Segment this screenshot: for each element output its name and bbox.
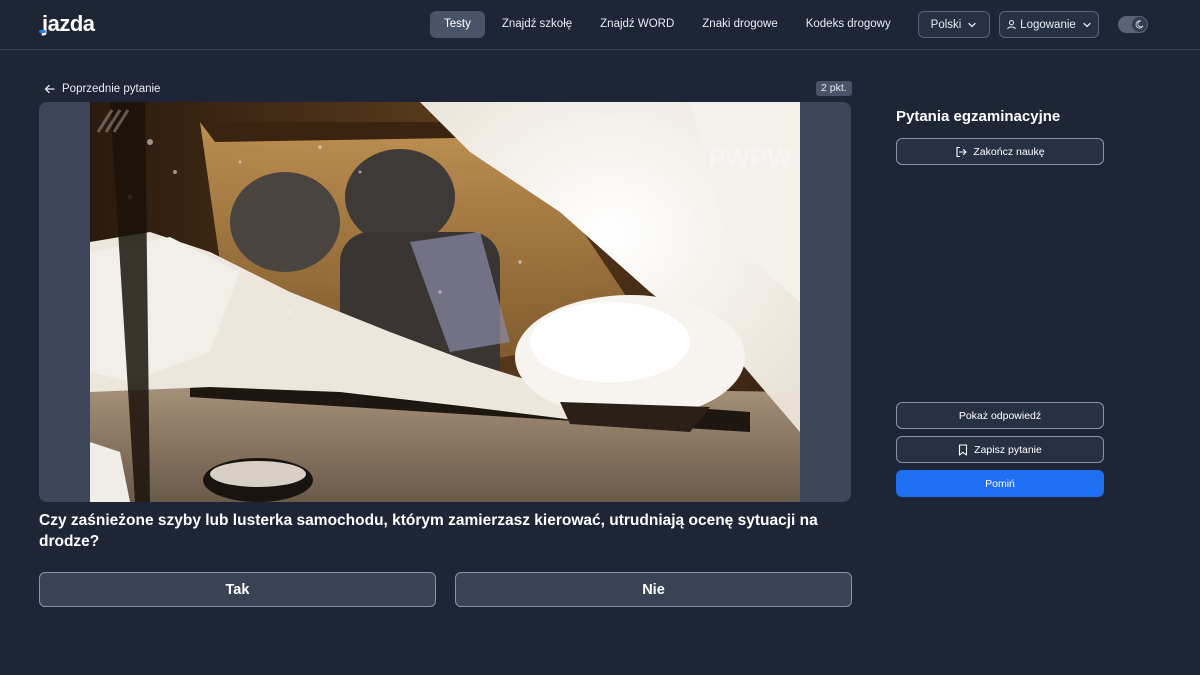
chevron-down-icon bbox=[968, 22, 976, 27]
skip-button[interactable]: Pomiń bbox=[896, 470, 1104, 497]
top-navbar: jazda Testy Znajdź szkołę Znajdź WORD Zn… bbox=[0, 0, 1200, 50]
arrow-left-icon bbox=[44, 84, 55, 94]
user-icon bbox=[1007, 20, 1017, 30]
previous-question-label: Poprzednie pytanie bbox=[62, 83, 161, 95]
chevron-down-icon bbox=[1083, 22, 1091, 27]
nav-find-school[interactable]: Znajdź szkołę bbox=[488, 11, 586, 38]
save-question-button[interactable]: Zapisz pytanie bbox=[896, 436, 1104, 463]
skip-label: Pomiń bbox=[985, 477, 1015, 490]
snow-covered-car-photo: PWPW bbox=[90, 102, 800, 502]
login-label: Logowanie bbox=[1020, 18, 1076, 31]
logout-icon bbox=[956, 146, 967, 157]
login-dropdown[interactable]: Logowanie bbox=[999, 11, 1099, 38]
question-text: Czy zaśnieżone szyby lub lusterka samoch… bbox=[39, 512, 818, 550]
save-question-label: Zapisz pytanie bbox=[974, 443, 1042, 456]
theme-toggle[interactable] bbox=[1118, 16, 1148, 33]
nav-traffic-code[interactable]: Kodeks drogowy bbox=[792, 11, 905, 38]
main-nav: Testy Znajdź szkołę Znajdź WORD Znaki dr… bbox=[430, 11, 956, 38]
answer-no-button[interactable]: Nie bbox=[455, 572, 852, 607]
watermark-text: PWPW bbox=[708, 143, 792, 173]
answer-yes-button[interactable]: Tak bbox=[39, 572, 436, 607]
sidebar-title: Pytania egzaminacyjne bbox=[896, 108, 1061, 125]
site-logo[interactable]: jazda bbox=[39, 11, 95, 37]
bookmark-icon bbox=[959, 443, 968, 456]
show-answer-button[interactable]: Pokaż odpowiedź bbox=[896, 402, 1104, 429]
show-answer-label: Pokaż odpowiedź bbox=[958, 409, 1042, 422]
finish-learning-label: Zakończ naukę bbox=[973, 145, 1045, 158]
previous-question-link[interactable]: Poprzednie pytanie bbox=[44, 81, 160, 97]
language-dropdown[interactable]: Polski bbox=[918, 11, 990, 38]
nav-find-word[interactable]: Znajdź WORD bbox=[586, 11, 688, 38]
finish-learning-button[interactable]: Zakończ naukę bbox=[896, 138, 1104, 165]
moon-icon bbox=[1132, 17, 1147, 32]
language-label: Polski bbox=[930, 18, 962, 31]
question-media: PWPW bbox=[39, 102, 851, 502]
logo-text: jazda bbox=[39, 11, 95, 36]
points-badge: 2 pkt. bbox=[816, 81, 852, 96]
nav-road-signs[interactable]: Znaki drogowe bbox=[688, 11, 791, 38]
nav-tests[interactable]: Testy bbox=[430, 11, 485, 38]
